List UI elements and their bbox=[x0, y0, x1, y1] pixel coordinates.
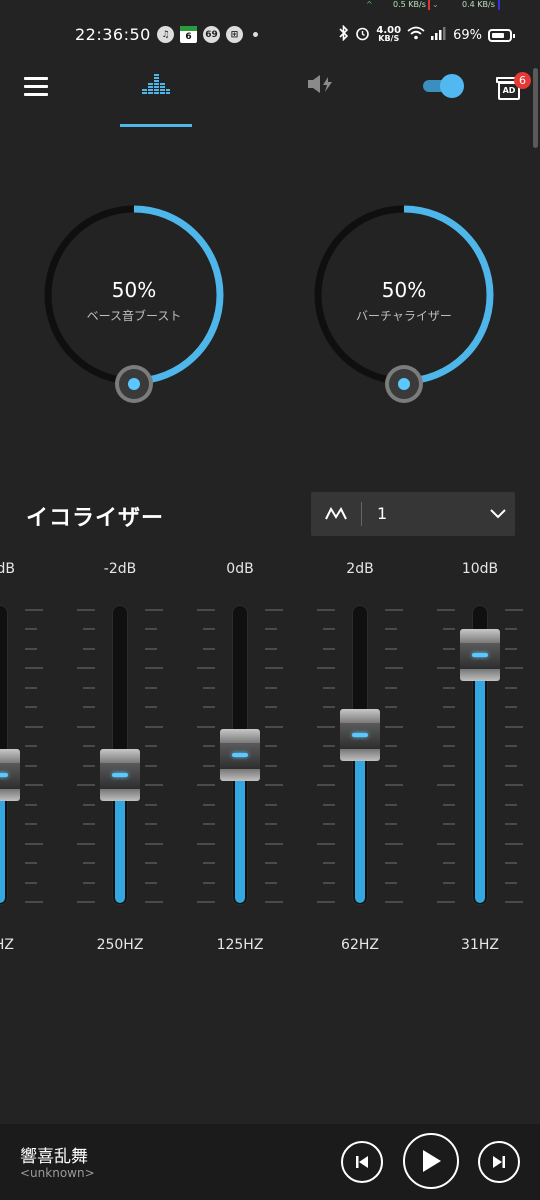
eq-band-partial: dB 0HZ bbox=[0, 555, 55, 975]
equalizer-enable-toggle[interactable] bbox=[423, 74, 465, 98]
band-frequency-label: 125HZ bbox=[216, 937, 264, 953]
skip-next-icon bbox=[493, 1156, 505, 1168]
chevron-down-icon bbox=[490, 509, 506, 519]
app-toolbar: AD 6 bbox=[0, 60, 540, 130]
notification-icons: ♫ 6 69 ⊞ bbox=[157, 26, 258, 43]
active-tab-indicator bbox=[120, 124, 192, 127]
next-button[interactable] bbox=[478, 1141, 520, 1183]
equalizer-bars-icon bbox=[142, 74, 170, 94]
equalizer-title: イコライザー bbox=[26, 506, 165, 531]
gift-ad-label: AD bbox=[502, 86, 516, 95]
virtualizer-knob[interactable]: 50% バーチャライザー bbox=[309, 200, 499, 415]
gift-ad-button[interactable]: AD 6 bbox=[496, 70, 531, 100]
band-gain-label: dB bbox=[0, 561, 15, 577]
speed-indicator: 4.00 KB/S bbox=[376, 26, 401, 43]
network-speed-strip: ^ 0.5 KB/s ⌄ 0.4 KB/s bbox=[0, 0, 540, 12]
bass-boost-label: ベース音ブースト bbox=[86, 309, 182, 323]
bluetooth-icon bbox=[339, 24, 349, 45]
battery-icon bbox=[488, 28, 515, 42]
more-notifications-dot bbox=[253, 32, 258, 37]
preset-divider bbox=[361, 502, 362, 526]
download-bar bbox=[498, 0, 500, 10]
menu-icon[interactable] bbox=[24, 77, 48, 96]
mini-player[interactable]: 響喜乱舞 <unknown> bbox=[0, 1124, 540, 1200]
eq-band-31hz: 10dB 31HZ bbox=[425, 555, 535, 975]
eq-band-125hz: 0dB 125HZ bbox=[185, 555, 295, 975]
music-note-icon: ♫ bbox=[157, 26, 174, 43]
calendar-icon: 6 bbox=[180, 26, 197, 43]
band-gain-label: 10dB bbox=[461, 561, 499, 577]
band-slider-thumb[interactable] bbox=[100, 749, 140, 801]
download-speed: 0.4 KB/s bbox=[462, 0, 495, 9]
band-gain-label: 0dB bbox=[226, 561, 254, 577]
wave-icon bbox=[325, 506, 347, 520]
virtualizer-value: 50% bbox=[381, 278, 427, 302]
previous-button[interactable] bbox=[341, 1141, 383, 1183]
preset-dropdown[interactable]: 1 bbox=[311, 492, 515, 536]
skip-previous-icon bbox=[356, 1156, 368, 1168]
band-frequency-label: 250HZ bbox=[96, 937, 144, 953]
band-slider-thumb[interactable] bbox=[0, 749, 20, 801]
bass-boost-value: 50% bbox=[111, 278, 157, 302]
band-level-fill bbox=[475, 655, 485, 903]
notification-69-icon: 69 bbox=[203, 26, 220, 43]
band-frequency-label: 0HZ bbox=[0, 937, 14, 953]
preset-value: 1 bbox=[377, 504, 388, 523]
speaker-boost-icon bbox=[308, 75, 332, 93]
upload-bar bbox=[428, 0, 430, 10]
signal-icon bbox=[431, 26, 447, 44]
band-slider-thumb[interactable] bbox=[460, 629, 500, 681]
scrollbar[interactable] bbox=[533, 68, 538, 148]
alarm-icon bbox=[355, 26, 370, 45]
status-time: 22:36:50 bbox=[75, 25, 151, 44]
tab-sound-effects[interactable] bbox=[306, 72, 336, 100]
play-icon bbox=[423, 1150, 441, 1172]
bass-boost-knob[interactable]: 50% ベース音ブースト bbox=[39, 200, 229, 415]
toggle-knob bbox=[440, 74, 464, 98]
gift-badge: 6 bbox=[514, 72, 531, 89]
band-slider-thumb[interactable] bbox=[220, 729, 260, 781]
tab-equalizer[interactable] bbox=[120, 60, 192, 126]
band-frequency-label: 31HZ bbox=[461, 937, 499, 953]
download-arrow-icon: ⌄ bbox=[432, 0, 439, 9]
song-artist: <unknown> bbox=[20, 1166, 95, 1180]
song-title: 響喜乱舞 bbox=[20, 1147, 88, 1167]
status-bar: 22:36:50 ♫ 6 69 ⊞ 4.00 KB/S 69% bbox=[0, 20, 540, 50]
virtualizer-label: バーチャライザー bbox=[356, 309, 452, 323]
band-frequency-label: 62HZ bbox=[341, 937, 379, 953]
calendar-day: 6 bbox=[185, 31, 192, 42]
eq-band-62hz: 2dB 62HZ bbox=[305, 555, 415, 975]
upload-arrow-icon: ^ bbox=[366, 0, 373, 9]
eq-band-250hz: -2dB 250HZ bbox=[65, 555, 175, 975]
wifi-icon bbox=[407, 26, 425, 44]
speed-unit: KB/S bbox=[378, 34, 400, 43]
band-slider-thumb[interactable] bbox=[340, 709, 380, 761]
band-gain-label: 2dB bbox=[346, 561, 374, 577]
band-gain-label: -2dB bbox=[103, 561, 137, 577]
status-icons-right: 4.00 KB/S 69% bbox=[339, 24, 515, 45]
upload-speed: 0.5 KB/s bbox=[393, 0, 426, 9]
battery-percent: 69% bbox=[453, 27, 482, 43]
grid-app-icon: ⊞ bbox=[226, 26, 243, 43]
play-button[interactable] bbox=[403, 1133, 459, 1189]
